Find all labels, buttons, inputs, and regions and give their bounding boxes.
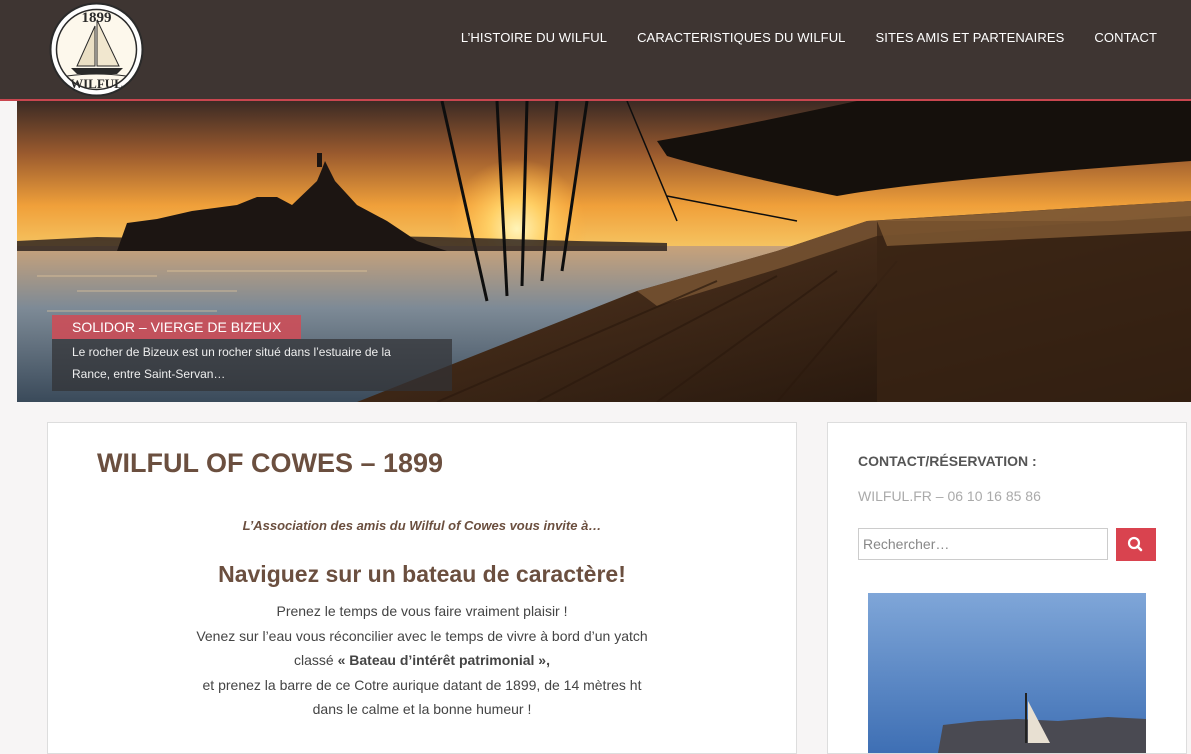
contact-title: CONTACT/RÉSERVATION : bbox=[858, 453, 1037, 469]
nav-item-caracteristiques[interactable]: CARACTERISTIQUES DU WILFUL bbox=[637, 30, 845, 45]
body-line: dans le calme et la bonne humeur ! bbox=[312, 701, 532, 717]
contact-info[interactable]: WILFUL.FR – 06 10 16 85 86 bbox=[858, 488, 1041, 504]
slide-caption-title[interactable]: SOLIDOR – VIERGE DE BIZEUX bbox=[52, 315, 302, 339]
headline: Naviguez sur un bateau de caractère! bbox=[218, 561, 626, 587]
body-line-text: classé bbox=[294, 652, 334, 668]
nav-item-contact[interactable]: CONTACT bbox=[1094, 30, 1157, 45]
search-input[interactable] bbox=[858, 528, 1108, 560]
site-logo[interactable]: 1899 WILFUL bbox=[49, 2, 144, 97]
search-button[interactable] bbox=[1116, 528, 1156, 561]
main-content: WILFUL OF COWES – 1899 L’Association des… bbox=[47, 422, 797, 754]
body-line: Prenez le temps de vous faire vraiment p… bbox=[276, 603, 568, 619]
intro-text: L’Association des amis du Wilful of Cowe… bbox=[242, 518, 602, 533]
main-nav: L’HISTOIRE DU WILFUL CARACTERISTIQUES DU… bbox=[461, 30, 1157, 45]
site-header: 1899 WILFUL L’HISTOIRE DU WILFUL CARACTE… bbox=[0, 0, 1191, 101]
search-icon bbox=[1127, 536, 1143, 552]
hero-slider[interactable]: SOLIDOR – VIERGE DE BIZEUX Le rocher de … bbox=[17, 101, 1191, 402]
svg-text:WILFUL: WILFUL bbox=[70, 76, 123, 91]
page-title: WILFUL OF COWES – 1899 bbox=[97, 448, 444, 478]
body-line: et prenez la barre de ce Cotre aurique d… bbox=[202, 676, 642, 693]
body-line: classé « Bateau d’intérêt patrimonial », bbox=[48, 648, 796, 673]
nav-item-sites-amis[interactable]: SITES AMIS ET PARTENAIRES bbox=[876, 30, 1065, 45]
nav-item-histoire[interactable]: L’HISTOIRE DU WILFUL bbox=[461, 30, 607, 45]
body-line: Venez sur l’eau vous réconcilier avec le… bbox=[196, 627, 648, 644]
sailboat-logo-icon: 1899 WILFUL bbox=[49, 2, 144, 97]
sidebar: CONTACT/RÉSERVATION : WILFUL.FR – 06 10 … bbox=[827, 422, 1187, 754]
body-text: Prenez le temps de vous faire vraiment p… bbox=[48, 599, 796, 722]
body-line-emphasis: « Bateau d’intérêt patrimonial », bbox=[337, 652, 550, 668]
sidebar-photo bbox=[868, 593, 1146, 753]
slide-caption-text: Le rocher de Bizeux est un rocher situé … bbox=[52, 339, 452, 391]
